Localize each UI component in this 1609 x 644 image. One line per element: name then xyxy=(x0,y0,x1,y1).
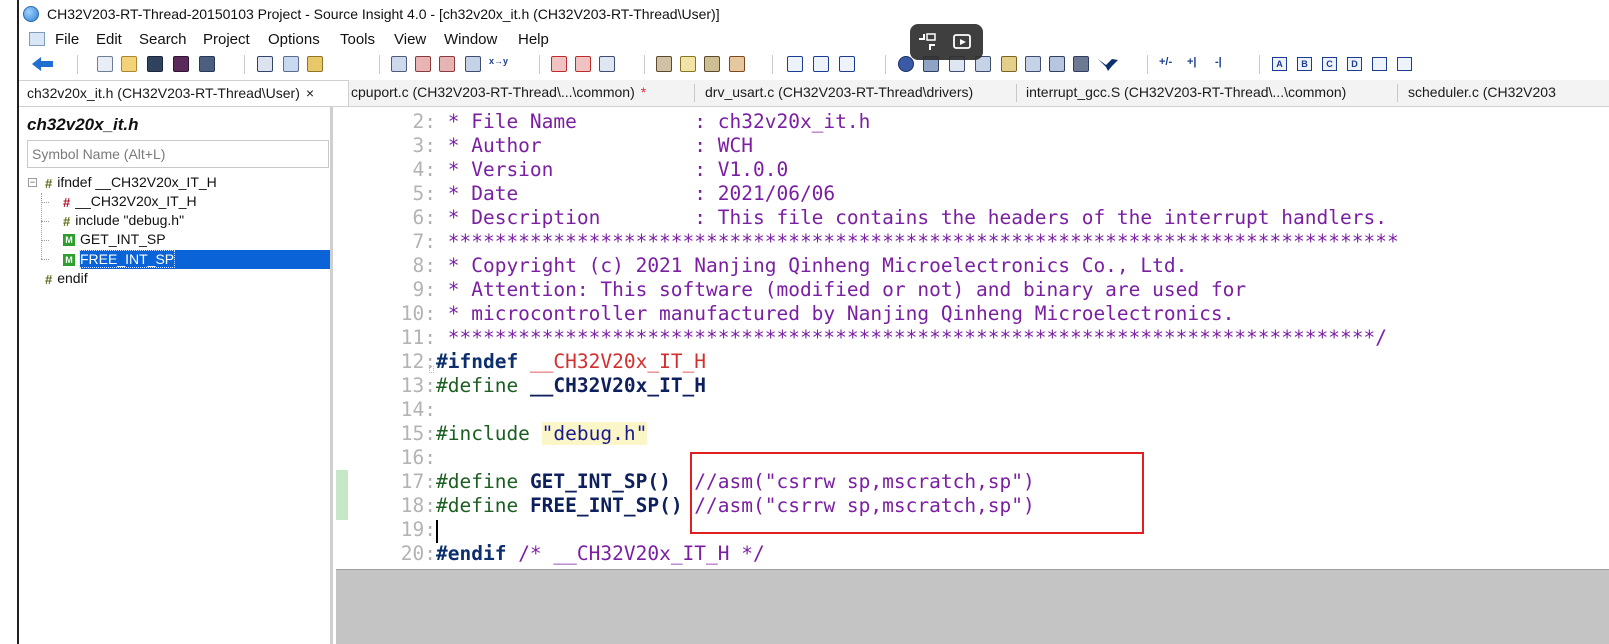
toolbar: x→y +/- +| -| A B C D xyxy=(19,52,1609,78)
folder-icon[interactable] xyxy=(1001,56,1017,72)
tab-drv-usart-c[interactable]: drv_usart.c (CH32V203-RT-Thread\drivers) xyxy=(697,80,1019,106)
modified-indicator: * xyxy=(640,84,647,100)
bookmark-prev-icon[interactable] xyxy=(551,56,567,72)
close-file-icon[interactable] xyxy=(199,56,215,72)
window-title: CH32V203-RT-Thread-20150103 Project - So… xyxy=(47,6,720,22)
macro-icon: M xyxy=(63,254,75,267)
editor-empty-area xyxy=(336,569,1609,644)
tab-label: drv_usart.c (CH32V203-RT-Thread\drivers) xyxy=(705,84,974,100)
bookmark-a-icon[interactable]: A xyxy=(1272,57,1287,71)
bookmark-list-icon[interactable] xyxy=(599,56,615,72)
tree-item-include[interactable]: # include "debug.h" xyxy=(63,211,184,230)
tab-ch32v20x-it-h[interactable]: ch32v20x_it.h (CH32V203-RT-Thread\User) × xyxy=(19,80,349,106)
menu-tools[interactable]: Tools xyxy=(340,31,375,48)
tree-item-get-int-sp[interactable]: M GET_INT_SP xyxy=(63,230,166,249)
define-hash-icon: # xyxy=(63,194,71,210)
menu-options[interactable]: Options xyxy=(268,31,320,48)
find-prev-icon[interactable] xyxy=(415,56,431,72)
context-window-icon[interactable] xyxy=(704,56,720,72)
menu-project[interactable]: Project xyxy=(203,31,250,48)
macro-icon: M xyxy=(63,234,75,247)
picture-in-picture-icon[interactable] xyxy=(952,32,974,52)
layout-icon-1[interactable] xyxy=(787,56,803,72)
bookmark-d-icon[interactable]: D xyxy=(1347,57,1362,71)
tree-item-ifndef[interactable]: # ifndef __CH32V20x_IT_H xyxy=(45,173,217,192)
tree-item-define-guard[interactable]: # __CH32V20x_IT_H xyxy=(63,192,197,211)
bookmark-f-icon[interactable] xyxy=(1397,57,1412,71)
menu-bar: File Edit Search Project Options Tools V… xyxy=(19,28,1609,52)
bookmark-c-icon[interactable]: C xyxy=(1322,57,1337,71)
symbol-search-input[interactable]: Symbol Name (Alt+L) xyxy=(27,140,329,168)
tree-item-free-int-sp[interactable]: M FREE_INT_SP xyxy=(63,250,176,269)
bookmark-b-icon[interactable]: B xyxy=(1297,57,1312,71)
indent-icon[interactable]: +| xyxy=(1187,56,1197,68)
bird-icon[interactable] xyxy=(1097,56,1119,72)
save-all-icon[interactable] xyxy=(173,56,189,72)
windows-icon[interactable] xyxy=(1049,56,1065,72)
tab-label: ch32v20x_it.h (CH32V203-RT-Thread\User) xyxy=(27,85,300,101)
outdent-icon[interactable]: -| xyxy=(1215,56,1222,68)
tab-cpuport-c[interactable]: cpuport.c (CH32V203-RT-Thread\...\common… xyxy=(343,80,695,106)
fold-marker xyxy=(429,366,434,373)
layout-icon-3[interactable] xyxy=(839,56,855,72)
copy-icon[interactable] xyxy=(283,56,299,72)
document-menu-icon[interactable] xyxy=(29,32,45,46)
source-insight-app-icon xyxy=(23,6,39,22)
relation-window-icon[interactable] xyxy=(680,56,696,72)
tab-interrupt-gcc-s[interactable]: interrupt_gcc.S (CH32V203-RT-Thread\...\… xyxy=(1018,80,1398,106)
expand-collapse-icon[interactable]: +/- xyxy=(1159,56,1172,68)
annotation-highlight-box xyxy=(690,452,1144,534)
menu-help[interactable]: Help xyxy=(518,31,549,48)
find-next-icon[interactable] xyxy=(439,56,455,72)
symbol-window-icon[interactable] xyxy=(656,56,672,72)
symbol-window: ch32v20x_it.h Symbol Name (Alt+L) − # ifn… xyxy=(19,107,333,644)
menu-search[interactable]: Search xyxy=(139,31,187,48)
replace-icon[interactable]: x→y xyxy=(489,56,508,66)
file-tab-bar: ch32v20x_it.h (CH32V203-RT-Thread\User) ×… xyxy=(19,80,1609,107)
hash-icon: # xyxy=(45,271,53,287)
menu-file[interactable]: File xyxy=(55,31,79,48)
save-icon[interactable] xyxy=(147,56,163,72)
tab-close-icon[interactable]: × xyxy=(306,85,314,101)
tab-label: scheduler.c (CH32V203 xyxy=(1408,84,1556,100)
symbol-window-title: ch32v20x_it.h xyxy=(27,115,139,134)
tree-item-endif[interactable]: # endif xyxy=(45,269,88,288)
find-icon[interactable] xyxy=(391,56,407,72)
search-files-icon[interactable] xyxy=(465,56,481,72)
menu-view[interactable]: View xyxy=(394,31,426,48)
new-file-icon[interactable] xyxy=(97,56,113,72)
layout-icon-2[interactable] xyxy=(813,56,829,72)
title-bar: CH32V203-RT-Thread-20150103 Project - So… xyxy=(19,0,1609,28)
jump-to-icon[interactable] xyxy=(729,56,745,72)
print-icon[interactable] xyxy=(1073,56,1089,72)
menu-edit[interactable]: Edit xyxy=(96,31,122,48)
changed-lines-marker xyxy=(336,470,348,520)
menu-window[interactable]: Window xyxy=(444,31,497,48)
text-cursor xyxy=(436,520,438,543)
tab-label: interrupt_gcc.S (CH32V203-RT-Thread\...\… xyxy=(1026,84,1347,100)
bookmark-next-icon[interactable] xyxy=(575,56,591,72)
back-arrow-icon[interactable] xyxy=(31,56,55,72)
tab-scheduler-c[interactable]: scheduler.c (CH32V203 xyxy=(1400,80,1609,106)
project-icon[interactable] xyxy=(898,56,914,72)
hash-icon: # xyxy=(63,213,71,229)
cut-icon[interactable] xyxy=(257,56,273,72)
bookmark-e-icon[interactable] xyxy=(1372,57,1387,71)
tree-collapse-icon[interactable]: − xyxy=(28,178,37,187)
video-overlay-controls xyxy=(910,24,983,60)
hash-icon: # xyxy=(45,175,53,191)
paste-icon[interactable] xyxy=(307,56,323,72)
tab-label: cpuport.c (CH32V203-RT-Thread\...\common… xyxy=(351,84,635,100)
exit-fullscreen-icon[interactable] xyxy=(916,32,938,52)
open-folder-icon[interactable] xyxy=(121,56,137,72)
help-icon[interactable] xyxy=(1025,56,1041,72)
